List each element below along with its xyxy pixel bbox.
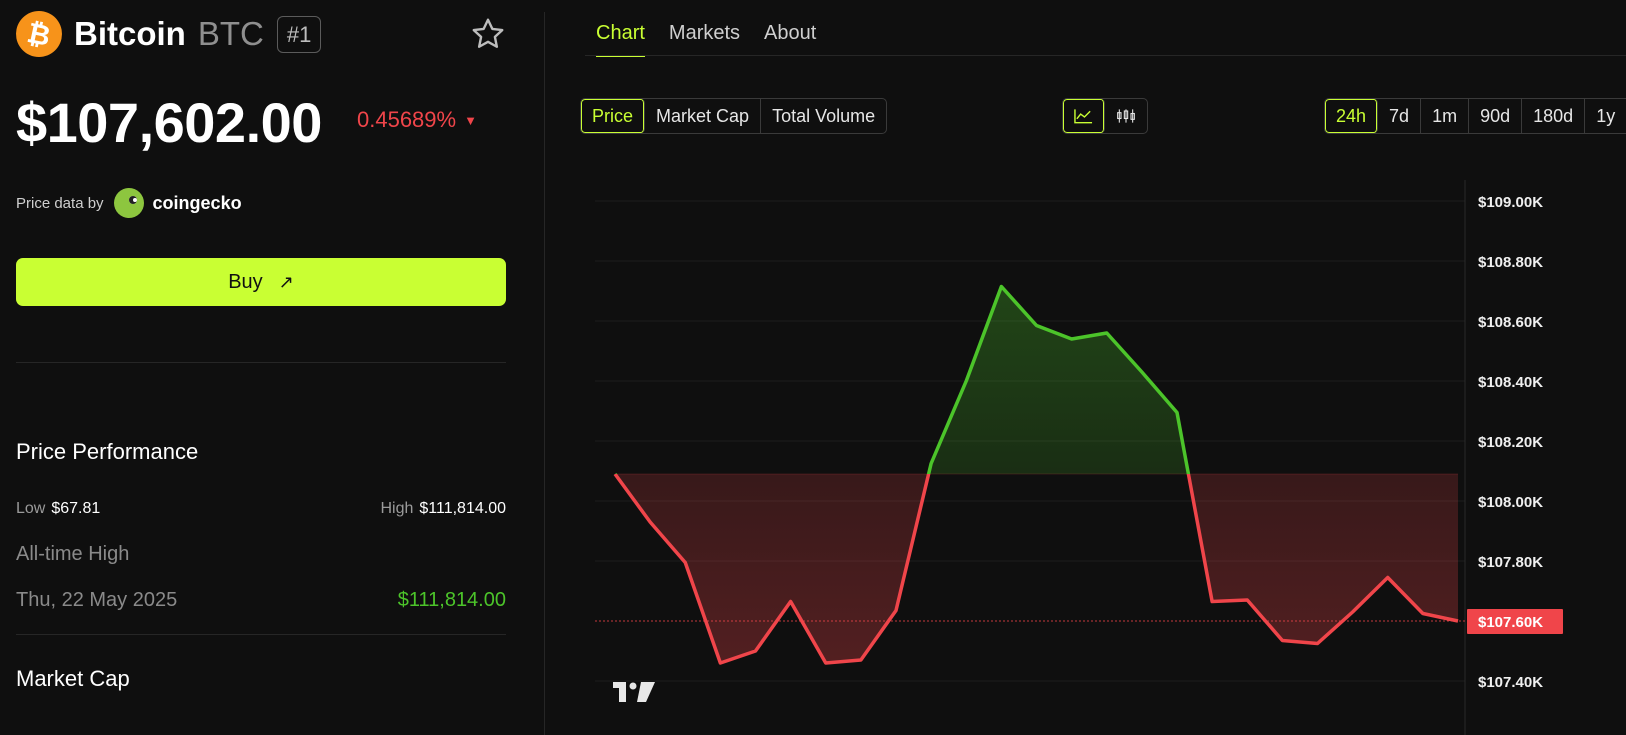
- down-triangle-icon: ▼: [464, 113, 477, 128]
- metric-total-volume[interactable]: Total Volume: [761, 99, 886, 133]
- provider-name[interactable]: coingecko: [153, 193, 242, 214]
- star-icon[interactable]: [470, 16, 506, 52]
- ath-value: $111,814.00: [397, 589, 506, 611]
- price-performance-title: Price Performance: [16, 439, 199, 464]
- tab-bar: Chart Markets About: [596, 22, 840, 57]
- y-tick-label: $107.80K: [1478, 554, 1543, 571]
- price-data-source: Price data by coingecko: [16, 188, 242, 218]
- metric-selector: Price Market Cap Total Volume: [580, 98, 888, 134]
- line-chart-icon[interactable]: [1063, 99, 1105, 133]
- coin-header: ₿ Bitcoin BTC #1: [11, 6, 506, 62]
- price-change-value: 0.45689%: [357, 107, 457, 132]
- arrow-up-right-icon: ↗: [278, 271, 294, 293]
- low-label: Low: [16, 500, 46, 517]
- divider: [16, 362, 506, 363]
- y-tick-label: $109.00K: [1478, 194, 1543, 211]
- range-selector: 24h 7d 1m 90d 180d 1y: [1324, 98, 1626, 134]
- price-change: 0.45689% ▼: [357, 107, 477, 133]
- chart-style-selector: [1062, 98, 1148, 134]
- range-24h[interactable]: 24h: [1325, 99, 1379, 133]
- current-price: $107,602.00: [16, 91, 322, 154]
- y-tick-label: $107.40K: [1478, 674, 1543, 691]
- current-price-label: $107.60K: [1478, 614, 1543, 631]
- tab-about[interactable]: About: [764, 22, 816, 57]
- tradingview-logo-icon: [613, 682, 655, 702]
- y-tick-label: $108.00K: [1478, 494, 1543, 511]
- range-1y[interactable]: 1y: [1585, 99, 1626, 133]
- buy-button[interactable]: Buy ↗: [16, 258, 506, 306]
- buy-label: Buy: [228, 270, 263, 293]
- rank-badge: #1: [276, 15, 322, 53]
- y-tick-label: $108.80K: [1478, 254, 1543, 271]
- price-chart[interactable]: $109.00K $108.80K $108.60K $108.40K $108.20K…: [585, 180, 1626, 735]
- tab-markets[interactable]: Markets: [669, 22, 740, 57]
- y-tick-label: $108.60K: [1478, 314, 1543, 331]
- tab-underline-divider: [585, 55, 1626, 56]
- divider: [16, 634, 506, 635]
- low-high-row: Low $67.81 High $111,814.00: [16, 500, 506, 524]
- ath-date: Thu, 22 May 2025: [16, 589, 178, 611]
- coin-symbol: BTC: [197, 15, 264, 52]
- tab-chart[interactable]: Chart: [596, 22, 645, 57]
- candlestick-chart-icon[interactable]: [1105, 99, 1147, 133]
- metric-market-cap[interactable]: Market Cap: [645, 99, 762, 133]
- bitcoin-logo-icon: ₿: [11, 6, 67, 62]
- metric-price[interactable]: Price: [581, 99, 646, 133]
- range-180d[interactable]: 180d: [1522, 99, 1586, 133]
- low-value: $67.81: [51, 500, 101, 517]
- range-90d[interactable]: 90d: [1469, 99, 1523, 133]
- ath-label: All-time High: [16, 543, 130, 565]
- coin-panel: ₿ Bitcoin BTC #1 $107,602.00 0.45689% ▼ P…: [0, 0, 545, 735]
- high-value: $111,814.00: [419, 500, 506, 517]
- coingecko-logo-icon[interactable]: [113, 188, 144, 218]
- market-cap-title: Market Cap: [16, 666, 130, 691]
- y-tick-label: $108.40K: [1478, 374, 1543, 391]
- range-7d[interactable]: 7d: [1378, 99, 1422, 133]
- high-label: High: [380, 500, 414, 517]
- y-tick-label: $108.20K: [1478, 434, 1543, 451]
- range-1m[interactable]: 1m: [1421, 99, 1470, 133]
- coin-name: Bitcoin: [74, 15, 186, 52]
- panel-separator: [544, 12, 545, 735]
- price-data-label: Price data by: [16, 194, 104, 212]
